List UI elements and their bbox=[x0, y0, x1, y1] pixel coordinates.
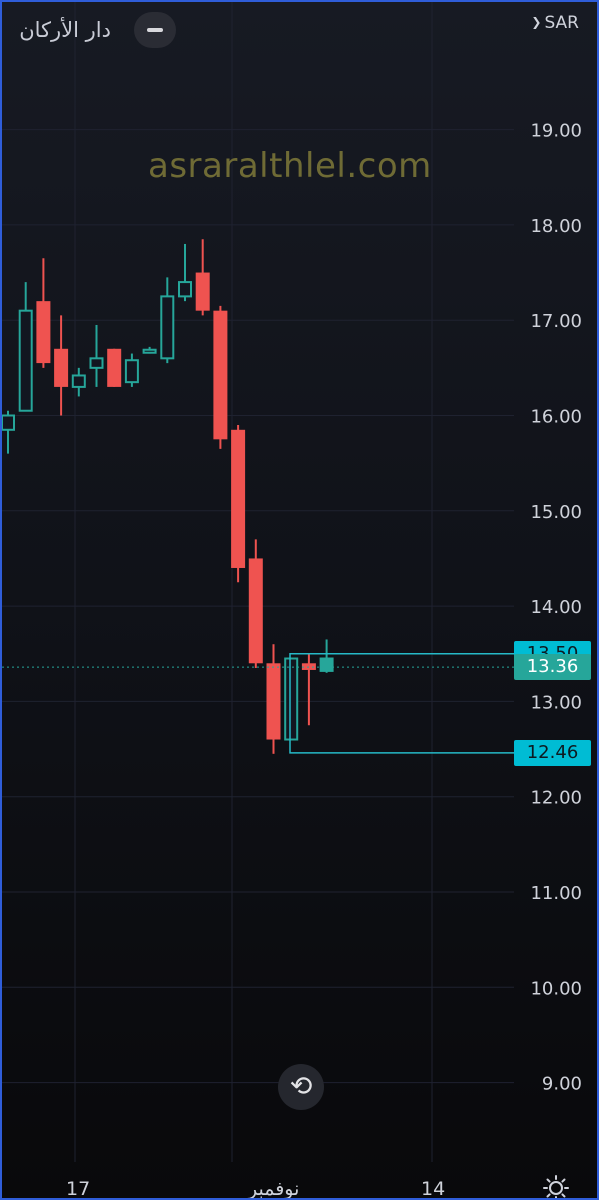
candle-body-up bbox=[89, 357, 104, 369]
current-price-tag: 13.36 bbox=[514, 654, 591, 681]
candle-body-up bbox=[284, 657, 299, 741]
x-tick-label: 14 bbox=[421, 1178, 446, 1200]
candle-body-up bbox=[142, 348, 157, 354]
candle-body-up bbox=[71, 374, 86, 388]
currency-label: SAR bbox=[544, 13, 579, 33]
y-tick-label: 11.00 bbox=[530, 883, 582, 904]
y-tick-label: 10.00 bbox=[530, 978, 582, 999]
y-tick-label: 15.00 bbox=[530, 502, 582, 523]
y-tick-label: 19.00 bbox=[530, 121, 582, 142]
reset-icon[interactable]: ⟲ bbox=[278, 1064, 324, 1110]
candle-body-down bbox=[248, 558, 263, 664]
candle-body-live bbox=[320, 658, 333, 671]
y-tick-label: 14.00 bbox=[530, 597, 582, 618]
x-tick-label: نوفمبر bbox=[248, 1178, 300, 1200]
chevron-down-icon: ❯ bbox=[531, 15, 542, 29]
y-tick-label: 17.00 bbox=[530, 311, 582, 332]
candle-body-down bbox=[213, 310, 228, 440]
y-tick-label: 9.00 bbox=[542, 1074, 582, 1095]
candle-body-down bbox=[231, 429, 246, 568]
candle-body-down bbox=[107, 348, 122, 387]
candle-body-up bbox=[160, 295, 175, 360]
y-tick-label: 12.00 bbox=[530, 788, 582, 809]
candle-body-up bbox=[124, 359, 139, 384]
candle-body-down bbox=[36, 301, 51, 364]
y-tick-label: 16.00 bbox=[530, 407, 582, 428]
candle-body-up bbox=[18, 309, 33, 412]
currency-selector[interactable]: ❯ SAR bbox=[531, 13, 579, 33]
candle-body-down bbox=[54, 348, 69, 387]
candle-body-down bbox=[195, 272, 210, 311]
x-tick-label: 17 bbox=[66, 1178, 91, 1200]
low-price-tag: 12.46 bbox=[514, 739, 591, 766]
candle-body-up bbox=[2, 414, 15, 431]
watermark: asraralthlel.com bbox=[148, 146, 432, 186]
sun-icon[interactable] bbox=[543, 1175, 569, 1200]
minus-icon-bar bbox=[147, 28, 163, 32]
candle-body-up bbox=[178, 281, 192, 298]
stock-name: دار الأركان bbox=[19, 18, 111, 42]
y-tick-label: 18.00 bbox=[530, 216, 582, 237]
minus-icon[interactable] bbox=[134, 12, 176, 48]
chart-screen: 19.00 18.00 17.00 16.00 15.00 14.00 13.00 12.00… bbox=[0, 0, 599, 1200]
y-tick-label: 13.00 bbox=[530, 692, 582, 713]
candle-body-down bbox=[266, 663, 281, 740]
